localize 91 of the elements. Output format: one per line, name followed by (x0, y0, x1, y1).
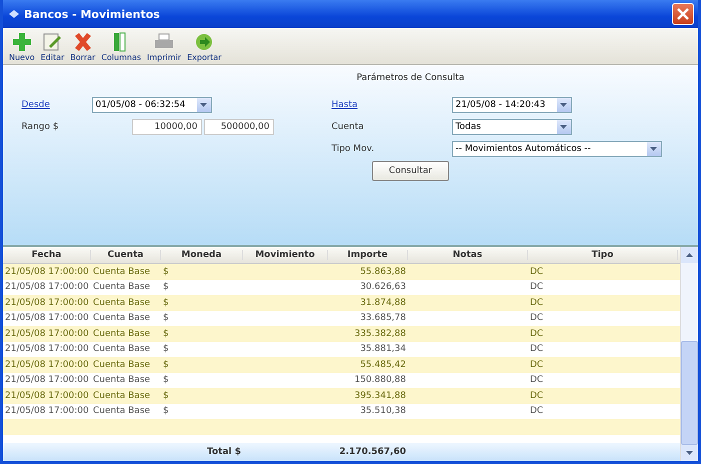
table-cell: 21/05/08 17:00:00 (5, 406, 89, 416)
to-link[interactable]: Hasta (332, 100, 392, 110)
table-cell: 21/05/08 17:00:00 (5, 266, 89, 277)
table-cell: 31.874,88 (360, 298, 406, 308)
movement-type-dropdown[interactable]: -- Movimientos Automáticos -- (452, 141, 662, 157)
table-cell: Cuenta Base (93, 328, 150, 339)
table-cell: 33.685,78 (360, 313, 406, 324)
from-link[interactable]: Desde (22, 100, 92, 110)
table-cell: $ (163, 298, 169, 308)
dropdown-arrow-icon (200, 103, 207, 107)
table-cell: 35.881,34 (360, 344, 406, 354)
scroll-down-icon (686, 451, 693, 455)
table-cell: $ (163, 344, 169, 354)
table-cell: DC (530, 313, 544, 324)
close-icon (677, 8, 689, 20)
table-cell: 21/05/08 17:00:00 (5, 375, 89, 386)
close-button[interactable] (672, 3, 694, 25)
table-cell: DC (530, 328, 544, 339)
table-cell: 21/05/08 17:00:00 (5, 390, 89, 401)
toolbar-button[interactable]: Columnas (99, 32, 144, 62)
toolbar-button[interactable]: Nuevo (7, 32, 37, 62)
table-cell: DC (530, 282, 544, 292)
scrollbar[interactable] (680, 247, 698, 461)
table-cell: Cuenta Base (93, 298, 150, 308)
table-cell: Cuenta Base (93, 360, 150, 370)
table-cell: Cuenta Base (93, 344, 150, 354)
table-cell: $ (163, 328, 169, 339)
field-label: Tipo Mov. (332, 144, 376, 154)
table-cell: 395.341,88 (354, 390, 406, 401)
toolbar-button[interactable]: Editar (38, 32, 66, 62)
window-title: Bancos - Movimientos (24, 8, 161, 20)
account-dropdown[interactable]: Todas (452, 119, 572, 135)
table-cell: 335.382,88 (354, 328, 406, 339)
table-cell: 21/05/08 17:00:00 (5, 360, 89, 370)
table-cell: 150.880,88 (354, 375, 406, 386)
notepad-pencil-icon (41, 32, 64, 52)
section-title: Parámetros de Consulta (356, 73, 464, 83)
table-cell: Cuenta Base (93, 406, 150, 416)
column-header[interactable]: Importe (328, 250, 408, 260)
dropdown-arrow-icon (650, 147, 657, 151)
table-cell: 21/05/08 17:00:00 (5, 344, 89, 354)
table-cell: $ (163, 360, 169, 370)
table-cell: $ (163, 266, 169, 277)
table-cell: Cuenta Base (93, 313, 150, 324)
plus-icon (10, 32, 33, 52)
table-cell: Cuenta Base (93, 282, 150, 292)
toolbar-button[interactable]: Borrar (68, 32, 98, 62)
table-cell: 21/05/08 17:00:00 (5, 298, 89, 308)
column-header[interactable]: Movimiento (243, 250, 328, 260)
scroll-up-icon (686, 253, 693, 257)
table-cell: 30.626,63 (360, 282, 406, 292)
dropdown-arrow-icon (560, 125, 567, 129)
max-amount-field[interactable]: 500000,00 (204, 119, 274, 135)
to-date-field[interactable]: 21/05/08 - 14:20:43 (452, 97, 572, 113)
table-cell: $ (163, 390, 169, 401)
table-cell: DC (530, 344, 544, 354)
column-header[interactable]: Fecha (3, 250, 91, 260)
table-cell: DC (530, 266, 544, 277)
table-cell: Cuenta Base (93, 390, 150, 401)
table-cell: 21/05/08 17:00:00 (5, 282, 89, 292)
table-cell: Cuenta Base (93, 266, 150, 277)
table-cell: 55.485,42 (360, 360, 406, 370)
table-cell: DC (530, 298, 544, 308)
from-date-field[interactable]: 01/05/08 - 06:32:54 (92, 97, 212, 113)
column-header[interactable]: Moneda (161, 250, 243, 260)
column-header[interactable]: Tipo (528, 250, 678, 260)
total-amount: 2.170.567,60 (339, 447, 406, 457)
consult-button[interactable]: Consultar (372, 161, 450, 181)
total-label: Total $ (207, 447, 241, 457)
table-cell: DC (530, 406, 544, 416)
table-cell: Cuenta Base (93, 375, 150, 386)
field-label: Rango $ (22, 122, 60, 132)
table-cell: 21/05/08 17:00:00 (5, 328, 89, 339)
table-cell: 35.510,38 (360, 406, 406, 416)
min-amount-field[interactable]: 10000,00 (132, 119, 202, 135)
dropdown-arrow-icon (560, 103, 567, 107)
column-header[interactable]: Notas (408, 250, 528, 260)
table-cell: 55.863,88 (360, 266, 406, 277)
toolbar-button[interactable]: Imprimir (145, 32, 184, 62)
table-cell: 21/05/08 17:00:00 (5, 313, 89, 324)
field-label: Cuenta (332, 122, 365, 132)
table-cell: DC (530, 360, 544, 370)
table-cell: DC (530, 375, 544, 386)
table-cell: $ (163, 282, 169, 292)
table-cell: $ (163, 406, 169, 416)
table-cell: DC (530, 390, 544, 401)
column-header[interactable]: Cuenta (91, 250, 161, 260)
table-cell: $ (163, 375, 169, 386)
table-cell: $ (163, 313, 169, 324)
toolbar-button[interactable]: Exportar (185, 32, 224, 62)
window-icon (9, 10, 19, 18)
